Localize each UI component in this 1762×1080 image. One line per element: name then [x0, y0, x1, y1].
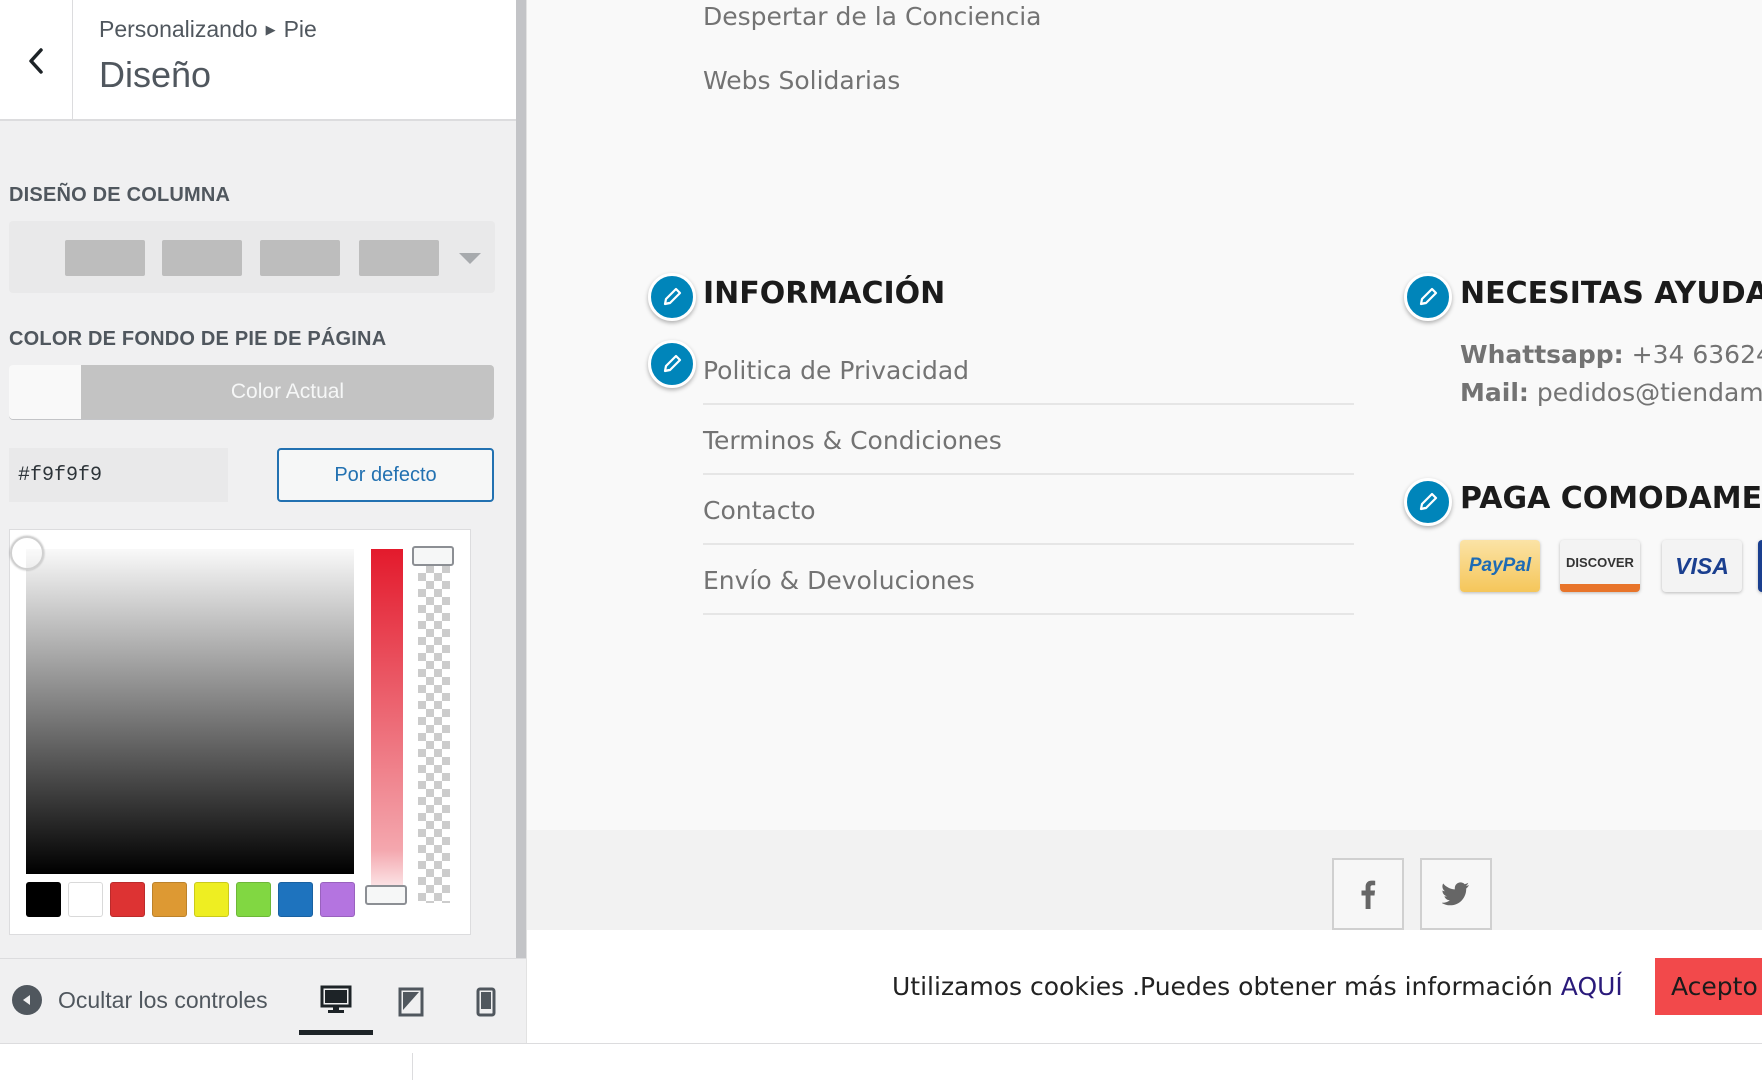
column-block	[359, 240, 439, 276]
footer-link[interactable]: Webs Solidarias	[703, 66, 900, 95]
site-preview: Despertar de la Conciencia Webs Solidari…	[526, 0, 1762, 1043]
mail-line: Mail: pedidos@tiendam	[1460, 378, 1762, 407]
paypal-card-icon: PayPal	[1460, 540, 1540, 592]
column-layout-select[interactable]	[9, 221, 495, 293]
desktop-icon	[320, 985, 352, 1013]
chevron-left-icon	[29, 47, 43, 74]
palette-swatch[interactable]	[278, 882, 313, 917]
divider	[703, 403, 1354, 405]
pago-heading: PAGA COMODAMENTE	[1460, 481, 1762, 516]
twitter-button[interactable]	[1420, 858, 1492, 930]
tablet-preview-button[interactable]	[374, 969, 448, 1035]
color-picker	[9, 529, 471, 935]
whatsapp-label: Whattsapp:	[1460, 340, 1624, 369]
palette-swatch[interactable]	[152, 882, 187, 917]
mail-value[interactable]: pedidos@tiendam	[1537, 378, 1762, 407]
bottom-bar	[0, 1043, 1762, 1080]
edit-shortcut-button[interactable]	[648, 340, 696, 388]
back-button[interactable]	[0, 0, 73, 121]
chevron-down-icon	[459, 253, 481, 264]
facebook-button[interactable]	[1332, 858, 1404, 930]
divider	[703, 473, 1354, 475]
arrow-left-circle-icon	[12, 985, 42, 1015]
palette-swatch[interactable]	[194, 882, 229, 917]
footer-link[interactable]: Terminos & Condiciones	[703, 426, 1002, 455]
pencil-icon	[663, 287, 682, 306]
hue-slider[interactable]	[365, 549, 407, 905]
breadcrumb: Personalizando ▶ Pie	[99, 16, 317, 43]
customizer-screen: Personalizando ▶ Pie Diseño DISEÑO DE CO…	[0, 0, 1762, 1080]
facebook-icon	[1361, 880, 1376, 909]
mail-label: Mail:	[1460, 378, 1529, 407]
edit-shortcut-button[interactable]	[1404, 273, 1452, 321]
divider	[412, 1053, 413, 1080]
breadcrumb-parent: Personalizando	[99, 16, 258, 42]
alpha-slider-handle[interactable]	[412, 546, 454, 566]
cookie-text: Utilizamos cookies .Puedes obtener más i…	[892, 972, 1553, 1001]
column-block	[65, 240, 145, 276]
cookie-bar: Utilizamos cookies .Puedes obtener más i…	[527, 930, 1762, 1043]
column-layout-label: DISEÑO DE COLUMNA	[9, 184, 231, 206]
hue-slider-handle[interactable]	[365, 885, 407, 905]
saturation-handle[interactable]	[10, 536, 44, 570]
default-color-button[interactable]: Por defecto	[277, 448, 494, 502]
saturation-area[interactable]	[10, 536, 354, 874]
color-result-label: Color Actual	[81, 365, 494, 419]
cookie-more-info-link[interactable]: AQUÍ	[1561, 972, 1623, 1001]
column-block	[162, 240, 242, 276]
pencil-icon	[1419, 492, 1438, 511]
breadcrumb-separator-icon: ▶	[265, 21, 276, 37]
column-block	[260, 240, 340, 276]
palette-swatch[interactable]	[110, 882, 145, 917]
hex-color-input[interactable]: #f9f9f9	[9, 448, 228, 502]
sidebar-header: Personalizando ▶ Pie Diseño	[0, 0, 516, 121]
footer-link[interactable]: Contacto	[703, 496, 816, 525]
desktop-preview-button[interactable]	[299, 969, 373, 1035]
whatsapp-value: +34 636247	[1631, 340, 1762, 369]
footer-link[interactable]: Envío & Devoluciones	[703, 566, 975, 595]
pencil-icon	[1419, 287, 1438, 306]
discover-card-icon: DISCOVER	[1560, 540, 1640, 592]
visa-card-icon: VISA	[1662, 540, 1742, 592]
palette-swatch[interactable]	[26, 882, 61, 917]
mobile-preview-button[interactable]	[449, 969, 523, 1035]
color-palette	[26, 882, 355, 917]
ayuda-heading: NECESITAS AYUDA ?	[1460, 276, 1762, 311]
current-color-swatch	[9, 365, 81, 419]
informacion-heading: INFORMACIÓN	[703, 276, 946, 311]
palette-swatch[interactable]	[236, 882, 271, 917]
footer-link[interactable]: Despertar de la Conciencia	[703, 2, 1041, 31]
palette-swatch[interactable]	[68, 882, 103, 917]
card-icon	[1758, 540, 1762, 592]
divider	[703, 613, 1354, 615]
accept-cookies-button[interactable]: Acepto	[1655, 958, 1762, 1015]
whatsapp-line: Whattsapp: +34 636247	[1460, 340, 1762, 369]
customizer-sidebar: Personalizando ▶ Pie Diseño DISEÑO DE CO…	[0, 0, 526, 1043]
cookie-message: Utilizamos cookies .Puedes obtener más i…	[892, 972, 1623, 1001]
alpha-slider[interactable]	[412, 546, 454, 903]
twitter-icon	[1442, 882, 1469, 906]
hide-controls-label: Ocultar los controles	[58, 986, 268, 1013]
sidebar-scrollbar[interactable]	[516, 0, 526, 958]
mobile-icon	[476, 987, 496, 1017]
edit-shortcut-button[interactable]	[1404, 478, 1452, 526]
footer-link[interactable]: Politica de Privacidad	[703, 356, 969, 385]
color-result-button[interactable]: Color Actual	[9, 365, 494, 419]
hide-controls-button[interactable]: Ocultar los controles	[12, 985, 268, 1015]
sidebar-footer: Ocultar los controles	[0, 958, 526, 1043]
tablet-icon	[398, 987, 424, 1017]
breadcrumb-current: Pie	[283, 16, 317, 42]
palette-swatch[interactable]	[320, 882, 355, 917]
divider	[703, 543, 1354, 545]
section-title: Diseño	[99, 54, 212, 95]
social-bar	[527, 830, 1762, 930]
pencil-icon	[663, 354, 682, 373]
edit-shortcut-button[interactable]	[648, 273, 696, 321]
footer-bg-label: COLOR DE FONDO DE PIE DE PÁGINA	[9, 328, 387, 350]
